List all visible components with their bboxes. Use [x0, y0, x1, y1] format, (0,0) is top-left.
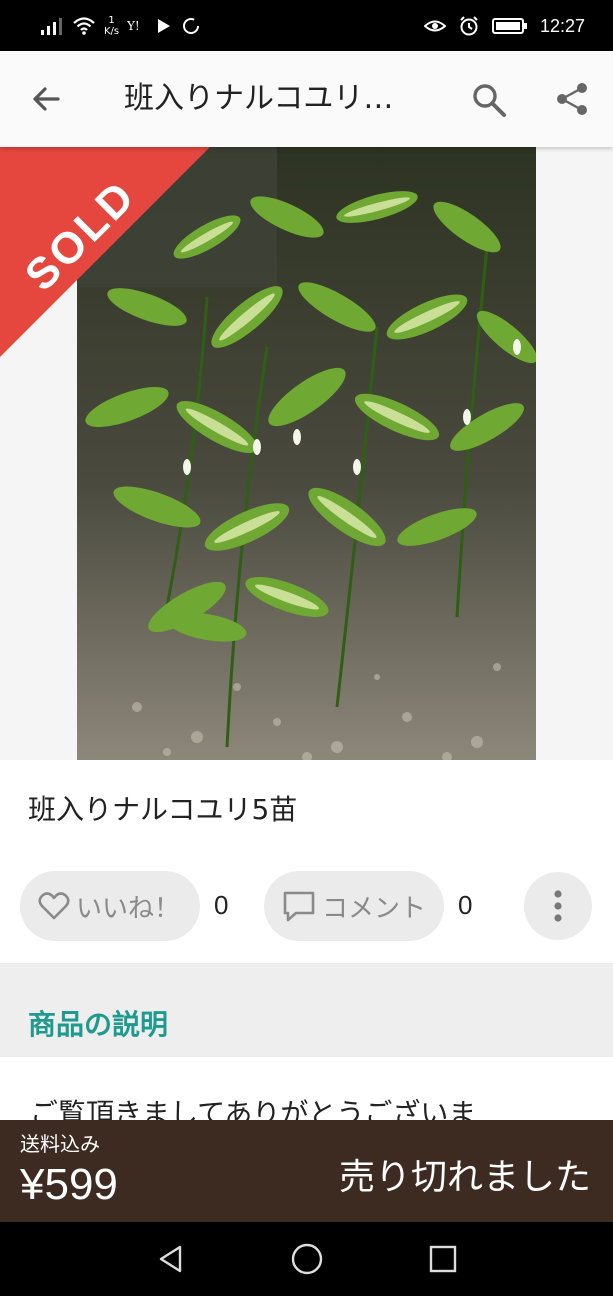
status-left: 1 K/s Y!	[40, 12, 201, 40]
status-right: 12:27	[423, 12, 585, 40]
comment-button[interactable]: コメント	[264, 871, 444, 941]
eye-icon	[423, 20, 446, 32]
wifi-icon	[73, 17, 95, 35]
price: ¥599	[20, 1160, 118, 1209]
nav-back-icon[interactable]	[156, 1244, 186, 1274]
comment-icon	[283, 891, 315, 922]
like-button[interactable]: いいね！	[20, 871, 200, 941]
like-label: いいね！	[76, 893, 181, 924]
description-section-header: 商品の説明	[0, 963, 613, 1057]
like-count: 0	[214, 890, 229, 920]
sold-out-status: 売り切れました	[338, 1157, 591, 1198]
battery-icon	[491, 18, 527, 34]
shipping-label: 送料込み	[20, 1132, 100, 1156]
clock: 12:27	[539, 15, 585, 36]
share-icon[interactable]	[554, 81, 590, 117]
search-icon[interactable]	[470, 81, 508, 119]
play-store-icon	[158, 19, 171, 33]
back-arrow-icon[interactable]	[28, 81, 64, 117]
comment-count: 0	[458, 890, 473, 920]
status-bar: 1 K/s Y! 12:27	[0, 0, 613, 51]
page-title: 班入りナルコユリ…	[124, 81, 394, 116]
sync-icon	[183, 18, 200, 34]
item-title: 班入りナルコユリ5苗	[28, 793, 298, 826]
nav-home-icon[interactable]	[290, 1242, 324, 1276]
purchase-bar: 送料込み ¥599 売り切れました	[0, 1120, 613, 1222]
product-photo-area: SOLD	[0, 147, 613, 760]
yahoo-icon: Y!	[127, 19, 140, 33]
comment-label: コメント	[322, 893, 427, 924]
network-speed: 1 K/s	[104, 15, 120, 37]
section-title: 商品の説明	[28, 1008, 169, 1041]
app-bar: 班入りナルコユリ…	[0, 51, 613, 147]
alarm-icon	[460, 16, 478, 36]
svg-text:Y!: Y!	[127, 19, 140, 33]
system-nav-bar	[0, 1222, 613, 1296]
heart-icon	[38, 892, 70, 920]
signal-icon	[41, 18, 62, 35]
more-vertical-icon	[554, 890, 562, 922]
sold-ribbon: SOLD	[0, 147, 210, 357]
more-options-button[interactable]	[524, 872, 592, 940]
nav-recent-icon[interactable]	[428, 1244, 458, 1274]
